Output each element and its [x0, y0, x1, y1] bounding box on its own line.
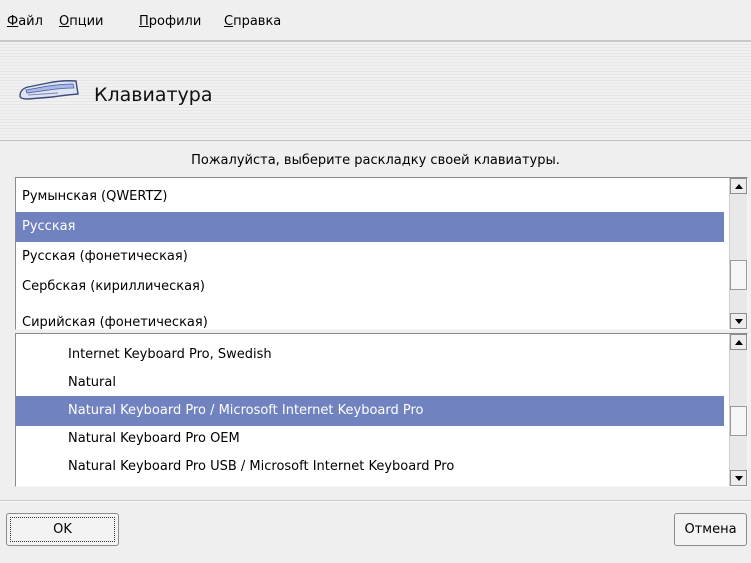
model-item-label: Natural Keyboard Pro USB / Microsoft Int… [68, 459, 455, 474]
layout-item-label: Русская (фонетическая) [22, 249, 188, 264]
menu-file[interactable]: Файл [7, 14, 43, 29]
layout-list[interactable]: Румынская (QWERTZ) Русская Русская (фоне… [15, 177, 748, 330]
cancel-button[interactable]: Отмена [674, 513, 747, 546]
menu-options-label: пции [69, 14, 104, 29]
model-scrollbar[interactable] [729, 334, 747, 486]
arrow-down-icon [735, 319, 743, 324]
scroll-down-button[interactable] [730, 313, 747, 329]
ok-button[interactable]: OK [6, 513, 119, 546]
model-item[interactable]: Natural Keyboard Pro OEM [16, 424, 724, 454]
menu-profiles-accel: П [139, 14, 149, 29]
instruction-text: Пожалуйста, выберите раскладку своей кла… [191, 153, 560, 168]
banner-divider [0, 140, 751, 141]
layout-item[interactable]: Сирийская (фонетическая) [16, 308, 724, 330]
layout-item-label: Румынская (QWERTZ) [22, 189, 168, 204]
layout-item[interactable]: Русская (фонетическая) [16, 242, 724, 272]
model-item-label: Natural [68, 375, 116, 390]
model-item[interactable]: Internet Keyboard Pro, Swedish [16, 340, 724, 370]
menu-help-accel: С [224, 14, 234, 29]
model-item-label: Internet Keyboard Pro, Swedish [68, 347, 272, 362]
model-item[interactable]: Natural [16, 368, 724, 398]
layout-item-label: Сирийская (фонетическая) [22, 315, 208, 330]
layout-item-label: Русская [22, 219, 76, 234]
menu-profiles-label: рофили [148, 14, 202, 29]
menu-options[interactable]: Опции [59, 14, 103, 29]
menu-file-accel: Ф [7, 14, 19, 29]
scroll-up-button[interactable] [730, 178, 747, 194]
footer-separator [0, 500, 751, 502]
layout-item[interactable]: Румынская (QWERTZ) [16, 182, 724, 212]
arrow-up-icon [735, 184, 743, 189]
keyboard-icon [19, 80, 79, 100]
scroll-down-button[interactable] [730, 470, 747, 486]
menu-profiles[interactable]: Профили [139, 14, 201, 29]
menu-help[interactable]: Справка [224, 14, 281, 29]
model-item-label: Natural Keyboard Pro / Microsoft Interne… [68, 403, 424, 418]
model-item-label: Natural Keyboard Pro OEM [68, 431, 240, 446]
banner-title: Клавиатура [94, 84, 213, 106]
focus-indicator [10, 517, 115, 542]
model-item[interactable]: Natural Keyboard Pro USB / Microsoft Int… [16, 452, 724, 482]
menu-file-label: айл [18, 14, 43, 29]
cancel-button-label: Отмена [684, 522, 737, 537]
arrow-up-icon [735, 340, 743, 345]
menu-bar: Файл Опции Профили Справка [0, 0, 751, 40]
keyboard-model-list[interactable]: Internet Keyboard Pro, Swedish Natural N… [15, 333, 748, 487]
layout-scrollbar[interactable] [729, 178, 747, 329]
model-item-selected[interactable]: Natural Keyboard Pro / Microsoft Interne… [16, 396, 724, 426]
menu-options-accel: О [59, 14, 70, 29]
layout-item[interactable]: Сербская (кириллическая) [16, 272, 724, 302]
banner: Клавиатура [0, 42, 751, 140]
scroll-thumb[interactable] [730, 406, 747, 436]
scroll-up-button[interactable] [730, 334, 747, 350]
arrow-down-icon [735, 476, 743, 481]
menu-help-label: правка [233, 14, 282, 29]
layout-item-selected[interactable]: Русская [16, 212, 724, 242]
layout-item-label: Сербская (кириллическая) [22, 279, 205, 294]
scroll-thumb[interactable] [730, 260, 747, 290]
